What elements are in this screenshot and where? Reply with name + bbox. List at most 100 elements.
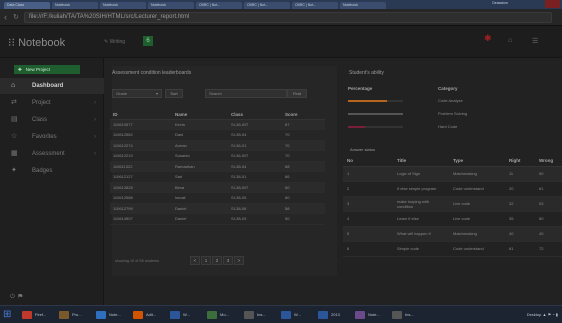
table-row[interactable]: 110610577 Kevin SI-36-INT 87 bbox=[110, 119, 325, 130]
table-row[interactable]: 110611322 Ramadhan SI-38-04 68 bbox=[110, 161, 325, 172]
table-cell: 110610577 bbox=[110, 119, 172, 130]
taskbar-item[interactable]: Ins... bbox=[244, 309, 266, 321]
table-cell: 35 bbox=[505, 211, 535, 227]
taskbar-item[interactable]: Pro... bbox=[59, 309, 82, 321]
app-logo[interactable]: ⁝⁝ Notebook bbox=[8, 36, 65, 49]
taskbar-item[interactable]: Adit... bbox=[133, 309, 156, 321]
ability-title: Student's ability bbox=[349, 70, 384, 76]
table-row[interactable]: 110612127 Sari SI-38-01 66 bbox=[110, 171, 325, 183]
column-header[interactable]: Right bbox=[505, 156, 535, 167]
table-cell: Code understand bbox=[449, 181, 505, 197]
column-header[interactable]: Class bbox=[228, 110, 282, 120]
table-cell: SI-36-01 bbox=[228, 140, 282, 151]
table-row[interactable]: 2 If else simple program Code understand 20… bbox=[343, 181, 562, 197]
maximize-button[interactable] bbox=[530, 0, 545, 8]
column-header[interactable]: Wrong bbox=[535, 156, 562, 167]
close-window-button[interactable] bbox=[545, 0, 560, 8]
menu-icon[interactable]: ⁝⁝ bbox=[8, 37, 15, 49]
browser-tab[interactable]: CBRC | Not... bbox=[244, 2, 290, 9]
reload-icon[interactable]: ↻ bbox=[13, 13, 19, 21]
table-row[interactable]: 4 Learn if else Live code 35 60 bbox=[343, 211, 562, 227]
browser-tab[interactable]: Notebook bbox=[100, 2, 146, 9]
browser-tab[interactable]: CBRC | Not... bbox=[196, 2, 242, 9]
prev-page-button[interactable]: < bbox=[190, 256, 200, 265]
sidebar-item-class[interactable]: ▤ Class › bbox=[0, 112, 104, 128]
power-icon[interactable]: ⏻ bbox=[10, 294, 15, 300]
table-row[interactable]: 5 What will happen if Matchmaking 40 40 bbox=[343, 226, 562, 242]
grade-select[interactable]: Grade ▾ bbox=[112, 89, 162, 98]
flag-icon[interactable]: ⚑ bbox=[18, 294, 22, 300]
taskbar-item[interactable]: Firef... bbox=[22, 309, 46, 321]
find-button[interactable]: Find bbox=[287, 89, 307, 98]
table-cell: 72 bbox=[535, 241, 562, 257]
taskbar-item[interactable]: W... bbox=[170, 309, 190, 321]
table-cell: Kevin bbox=[172, 119, 228, 130]
taskbar-item-label: Adit... bbox=[146, 312, 157, 317]
ability-category: Code Analyze bbox=[438, 98, 463, 103]
table-row[interactable]: 1 Logic of Sign Matchmaking 11 50 bbox=[343, 166, 562, 182]
bell-icon[interactable]: ✱ bbox=[484, 33, 496, 45]
header-label[interactable]: ✎ Writing bbox=[104, 39, 125, 45]
column-header[interactable]: Name bbox=[172, 110, 228, 120]
tray-icons[interactable]: ▲ ⚑ ◔ ▮ bbox=[543, 312, 559, 317]
column-header[interactable]: ID bbox=[110, 110, 172, 120]
column-header[interactable]: Title bbox=[393, 156, 449, 167]
column-header[interactable]: Type bbox=[449, 156, 505, 167]
browser-user[interactable]: Deawdum bbox=[492, 1, 508, 5]
table-row[interactable]: 110612582 Dani SI-38-04 70 bbox=[110, 129, 325, 141]
ability-bar-fill bbox=[348, 126, 365, 128]
search-input[interactable]: Search bbox=[205, 89, 287, 98]
browser-tab[interactable]: Notebook bbox=[52, 2, 98, 9]
browser-tab[interactable]: CBRC | Not... bbox=[292, 2, 338, 9]
next-page-button[interactable]: > bbox=[234, 256, 244, 265]
app-header: ⁝⁝ Notebook ✎ Writing 6 ✱ ⌂ ☰ bbox=[0, 26, 562, 58]
table-row[interactable]: 110612828 Bima SI-38-INT 60 bbox=[110, 182, 325, 193]
sidebar-item-assessment[interactable]: ▦ Assessment › bbox=[0, 146, 104, 162]
taskbar-item[interactable]: Mo... bbox=[207, 309, 229, 321]
taskbar-item[interactable]: W... bbox=[281, 309, 301, 321]
table-cell: 60 bbox=[282, 182, 325, 193]
browser-tab[interactable]: Notebook bbox=[148, 2, 194, 9]
table-row[interactable]: 110612588 Ismail SI-38-05 60 bbox=[110, 192, 325, 204]
table-cell: 4 bbox=[343, 211, 393, 227]
table-row[interactable]: 6 Simple code Code understand 61 72 bbox=[343, 241, 562, 257]
leaderboard-title: Assessment condition leaderboards bbox=[112, 70, 192, 76]
url-field[interactable]: file:///F:/kuliah/TA/TA%20SIH/HTML/src/L… bbox=[24, 12, 552, 23]
sidebar-item-dashboard[interactable]: ⌂ Dashboard bbox=[0, 78, 104, 94]
new-project-button[interactable]: ✚ New Project bbox=[14, 65, 80, 74]
column-header[interactable]: No bbox=[343, 156, 393, 167]
page-button[interactable]: 1 bbox=[201, 256, 211, 265]
back-icon[interactable]: ‹ bbox=[4, 12, 7, 22]
sort-button[interactable]: Sort bbox=[165, 89, 183, 98]
table-row[interactable]: 3 make looping with condition Live code 32 5… bbox=[343, 196, 562, 212]
table-cell: Code understand bbox=[449, 241, 505, 257]
browser-tab[interactable]: Data Class bbox=[4, 2, 50, 9]
taskbar-item[interactable]: Ins... bbox=[392, 309, 414, 321]
taskbar-item[interactable]: 2013 bbox=[318, 309, 340, 321]
sidebar-item-project[interactable]: ⇄ Project › bbox=[0, 95, 104, 111]
column-header[interactable]: Score bbox=[282, 110, 325, 120]
user-icon[interactable]: ☰ bbox=[532, 37, 538, 45]
chevron-icon: › bbox=[94, 100, 96, 106]
page-button[interactable]: 2 bbox=[212, 256, 222, 265]
table-row[interactable]: 110612274 Arman SI-36-01 70 bbox=[110, 140, 325, 151]
table-row[interactable]: 110612799 Daniel SI-38-06 58 bbox=[110, 203, 325, 214]
table-row[interactable]: 110612219 Susanto SI-36-INT 70 bbox=[110, 150, 325, 162]
table-cell: Learn if else bbox=[393, 211, 449, 227]
notification-badge[interactable]: 6 bbox=[143, 36, 153, 46]
taskbar-item[interactable]: Note... bbox=[355, 309, 380, 321]
settings-icon[interactable]: ⌂ bbox=[508, 37, 512, 44]
leaderboard-footer: showing 10 of 55 students bbox=[115, 259, 160, 263]
table-cell: Matchmaking bbox=[449, 226, 505, 242]
browser-tab[interactable]: Notebook bbox=[340, 2, 386, 9]
page-button[interactable]: 3 bbox=[223, 256, 233, 265]
taskbar-item-label: Mo... bbox=[220, 312, 229, 317]
sidebar-item-favorites[interactable]: ☆ Favorites › bbox=[0, 129, 104, 145]
table-cell: Simple code bbox=[393, 241, 449, 257]
table-row[interactable]: 110614507 Daniel SI-38-03 50 bbox=[110, 213, 325, 225]
taskbar-item[interactable]: Note... bbox=[96, 309, 121, 321]
windows-start-icon[interactable]: ⊞ bbox=[3, 309, 16, 321]
sidebar-item-badges[interactable]: ✦ Badges bbox=[0, 163, 104, 179]
minimize-button[interactable] bbox=[515, 0, 530, 8]
app-icon bbox=[96, 311, 106, 319]
